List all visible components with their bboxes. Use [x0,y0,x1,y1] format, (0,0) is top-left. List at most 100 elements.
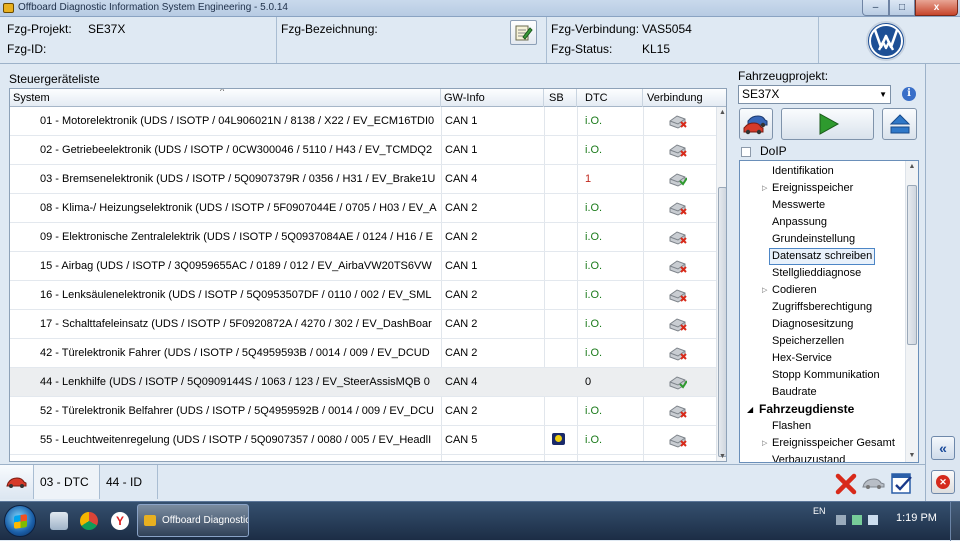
scroll-up-icon[interactable]: ▲ [717,107,726,119]
column-header-gw-info[interactable]: GW-Info [441,89,544,107]
table-row[interactable]: 09 - Elektronische Zentralelektrik (UDS … [10,223,716,252]
sb-cell [544,426,576,454]
expand-arrow-icon[interactable]: ▷ [762,180,767,197]
tree-item[interactable]: Diagnosesitzung [740,316,906,333]
tree-item[interactable]: Speicherzellen [740,333,906,350]
vehicle-selection-button[interactable] [739,108,773,140]
disconnected-icon [669,231,687,245]
maximize-button[interactable]: □ [889,0,915,16]
info-icon[interactable]: i [902,87,916,101]
tree-scrollbar[interactable]: ▲ ▼ [905,161,918,462]
eject-icon [889,114,911,134]
clock[interactable]: 1:19 PM [896,512,937,524]
os-taskbar: Y Offboard Diagnostic ... EN 1:19 PM [0,501,960,541]
table-row[interactable]: 08 - Klima-/ Heizungselektronik (UDS / I… [10,194,716,223]
vehicle-header: Fzg-Projekt: SE37X Fzg-ID: Fzg-Bezeichnu… [0,17,960,64]
explorer-icon[interactable] [50,512,68,530]
tree-item[interactable]: Verbauzustand [740,452,906,463]
play-icon [819,113,840,135]
column-header-sb[interactable]: SB [544,89,577,107]
tab-vehicle[interactable] [0,465,34,499]
connection-cell [643,194,716,222]
expanded-arrow-icon[interactable]: ◢ [747,401,753,418]
table-row[interactable]: 52 - Türelektronik Belfahrer (UDS / ISOT… [10,397,716,426]
cancel-icon[interactable] [833,471,859,497]
start-diagnosis-button[interactable] [781,108,874,140]
column-header-dtc[interactable]: DTC [577,89,643,107]
tree-item[interactable]: ▷ Codieren [740,282,906,299]
checklist-icon[interactable] [891,471,913,495]
tree-item[interactable]: Stellglieddiagnose [740,265,906,282]
table-row[interactable]: 03 - Bremsenelektronik (UDS / ISOTP / 5Q… [10,165,716,194]
table-row[interactable]: 17 - Schalttafeleinsatz (UDS / ISOTP / 5… [10,310,716,339]
tree-item[interactable]: Messwerte [740,197,906,214]
sb-status-icon [552,433,565,445]
doip-checkbox[interactable] [741,147,751,157]
table-row[interactable]: 42 - Türelektronik Fahrer (UDS / ISOTP /… [10,339,716,368]
edit-name-button[interactable] [510,20,537,45]
column-header-connection[interactable]: Verbindung [643,89,716,107]
vehicle-project-select[interactable]: SE37X ▼ [738,85,891,104]
tree-item[interactable]: Identifikation [740,163,906,180]
table-row[interactable]: 01 - Motorelektronik (UDS / ISOTP / 04L9… [10,107,716,136]
taskbar-odis-app[interactable]: Offboard Diagnostic ... [137,504,249,537]
tree-item[interactable]: Grundeinstellung [740,231,906,248]
scroll-down-icon[interactable]: ▼ [717,451,726,461]
table-row[interactable]: 55 - Leuchtweitenregelung (UDS / ISOTP /… [10,426,716,455]
table-scrollbar[interactable]: ▲ ▼ [716,107,726,461]
eject-button[interactable] [882,108,917,140]
system-cell: 52 - Türelektronik Belfahrer (UDS / ISOT… [40,405,434,417]
scroll-thumb[interactable] [907,185,917,345]
expand-arrow-icon[interactable]: ▷ [762,282,767,299]
vehicle-grey-icon[interactable] [862,475,886,491]
sb-cell [544,368,576,396]
sb-cell [544,252,576,280]
sb-cell [544,397,576,425]
volume-icon[interactable] [868,515,878,525]
table-row[interactable]: 02 - Getriebeelektronik (UDS / ISOTP / 0… [10,136,716,165]
show-desktop-button[interactable] [950,502,960,541]
start-button[interactable] [4,505,36,537]
project-value: SE37X [88,22,126,36]
expand-arrow-icon[interactable]: ▷ [762,435,767,452]
language-indicator[interactable]: EN [813,506,826,516]
table-row[interactable]: 15 - Airbag (UDS / ISOTP / 3Q0959655AC /… [10,252,716,281]
dtc-cell: i.O. [585,318,603,330]
tree-item[interactable]: Flashen [740,418,906,435]
tree-item-label: Ereignisspeicher [772,182,854,194]
tree-item-label: Hex-Service [772,352,832,364]
bottom-tab-bar: 03 - DTC 44 - ID [0,464,925,501]
close-window-button[interactable]: x [915,0,958,16]
system-cell: 09 - Elektronische Zentralelektrik (UDS … [40,231,433,243]
tree-item[interactable]: ▷ Ereignisspeicher Gesamt [740,435,906,452]
tree-item[interactable]: Stopp Kommunikation [740,367,906,384]
exit-button[interactable]: ✕ [931,470,955,494]
tree-item[interactable]: Baudrate [740,384,906,401]
tree-item[interactable]: Zugriffsberechtigung [740,299,906,316]
tree-item[interactable]: ▷ Ereignisspeicher [740,180,906,197]
network-icon[interactable] [852,515,862,525]
tree-item[interactable]: Datensatz schreiben [740,248,906,265]
tab-dtc[interactable]: 03 - DTC [34,465,100,499]
scroll-down-icon[interactable]: ▼ [906,450,918,462]
scroll-thumb[interactable] [718,187,726,457]
system-cell: 01 - Motorelektronik (UDS / ISOTP / 04L9… [40,115,435,127]
collapse-panel-button[interactable]: « [931,436,955,460]
connection-cell [643,136,716,164]
tree-item[interactable]: Anpassung [740,214,906,231]
column-header-system[interactable]: System [10,89,441,107]
dtc-cell: i.O. [585,202,603,214]
tab-id[interactable]: 44 - ID [100,465,158,499]
tree-item[interactable]: Hex-Service [740,350,906,367]
scroll-up-icon[interactable]: ▲ [906,161,918,173]
minimize-button[interactable]: – [862,0,889,16]
chrome-icon[interactable] [80,512,98,530]
tree-group[interactable]: ◢ Fahrzeugdienste [740,401,906,418]
dtc-cell: 1 [585,173,592,185]
yandex-icon[interactable]: Y [111,512,129,530]
table-row[interactable]: 44 - Lenkhilfe (UDS / ISOTP / 5Q0909144S… [10,368,716,397]
table-row[interactable]: 16 - Lenksäulenelektronik (UDS / ISOTP /… [10,281,716,310]
tray-icon[interactable] [836,515,846,525]
tree-item-label: Verbauzustand [772,454,846,463]
dtc-cell: i.O. [585,289,603,301]
